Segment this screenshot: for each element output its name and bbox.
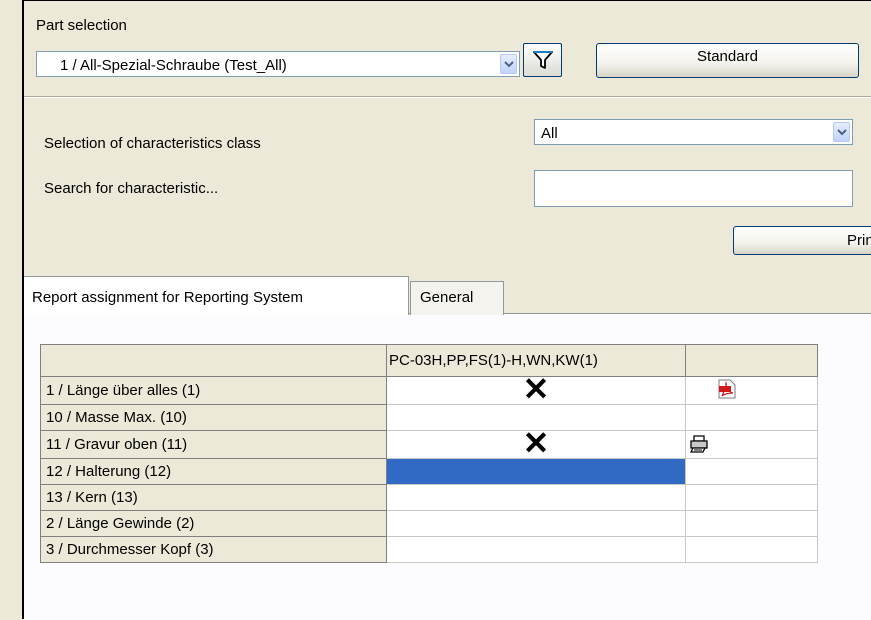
part-selection-label: Part selection — [36, 17, 127, 34]
assignment-cell[interactable]: ✕ — [386, 427, 686, 459]
standard-button[interactable]: Standard — [596, 43, 859, 78]
table-row: 1 / Länge über alles (1) ✕ — [40, 373, 818, 405]
filter-icon — [533, 51, 553, 69]
grid-header-row: PC-03H,PP,FS(1)-H,WN,KW(1) — [40, 344, 818, 377]
column-header-output[interactable] — [685, 344, 818, 377]
row-header[interactable]: 2 / Länge Gewinde (2) — [40, 510, 387, 537]
pdf-icon — [718, 379, 736, 399]
output-cell[interactable] — [685, 376, 818, 405]
tab-report-assignment-label: Report assignment for Reporting System — [32, 289, 303, 306]
assigned-mark: ✕ — [522, 371, 550, 407]
assigned-mark: ✕ — [522, 425, 550, 461]
search-characteristic-input[interactable] — [534, 170, 853, 207]
assignment-cell[interactable] — [386, 510, 686, 537]
divider-highlight — [24, 97, 871, 98]
print-button[interactable]: Prin — [733, 226, 871, 255]
row-header[interactable]: 1 / Länge über alles (1) — [40, 376, 387, 405]
report-assignment-grid: PC-03H,PP,FS(1)-H,WN,KW(1) 1 / Länge übe… — [40, 344, 818, 563]
output-cell[interactable] — [685, 404, 818, 431]
table-row: 2 / Länge Gewinde (2) — [40, 510, 818, 537]
output-cell[interactable] — [685, 484, 818, 511]
table-row: 10 / Masse Max. (10) — [40, 404, 818, 431]
characteristics-class-label: Selection of characteristics class — [44, 135, 261, 152]
row-header[interactable]: 12 / Halterung (12) — [40, 458, 387, 485]
row-header[interactable]: 13 / Kern (13) — [40, 484, 387, 511]
assignment-cell[interactable]: ✕ — [386, 373, 686, 405]
table-row: 12 / Halterung (12) — [40, 458, 818, 485]
tab-report-assignment[interactable]: Report assignment for Reporting System — [24, 276, 409, 315]
chevron-down-icon[interactable] — [500, 54, 517, 74]
tab-general[interactable]: General — [410, 281, 504, 315]
output-cell[interactable] — [685, 430, 818, 459]
standard-button-label: Standard — [697, 48, 758, 65]
chevron-down-icon[interactable] — [833, 122, 850, 142]
part-selection-value: 1 / All-Spezial-Schraube (Test_All) — [60, 57, 287, 74]
row-header[interactable]: 3 / Durchmesser Kopf (3) — [40, 536, 387, 563]
tab-general-label: General — [420, 289, 474, 306]
print-button-label: Prin — [847, 232, 871, 249]
characteristics-class-value: All — [541, 125, 558, 142]
output-cell[interactable] — [685, 458, 818, 485]
row-header[interactable]: 10 / Masse Max. (10) — [40, 404, 387, 431]
table-row: 11 / Gravur oben (11) ✕ — [40, 427, 818, 459]
part-selection-dropdown[interactable]: 1 / All-Spezial-Schraube (Test_All) — [36, 51, 520, 77]
table-row: 13 / Kern (13) — [40, 484, 818, 511]
assignment-cell[interactable] — [386, 484, 686, 511]
characteristics-class-dropdown[interactable]: All — [534, 119, 853, 145]
output-cell[interactable] — [685, 510, 818, 537]
row-header[interactable]: 11 / Gravur oben (11) — [40, 430, 387, 459]
table-row: 3 / Durchmesser Kopf (3) — [40, 536, 818, 563]
filter-button[interactable] — [523, 43, 562, 77]
assignment-cell[interactable] — [386, 536, 686, 563]
grid-corner-header — [40, 344, 387, 377]
output-cell[interactable] — [685, 536, 818, 563]
printer-icon — [689, 435, 708, 453]
window-top-border — [22, 0, 871, 1]
search-characteristic-label: Search for characteristic... — [44, 180, 219, 197]
selected-assignment-cell[interactable] — [386, 458, 686, 485]
